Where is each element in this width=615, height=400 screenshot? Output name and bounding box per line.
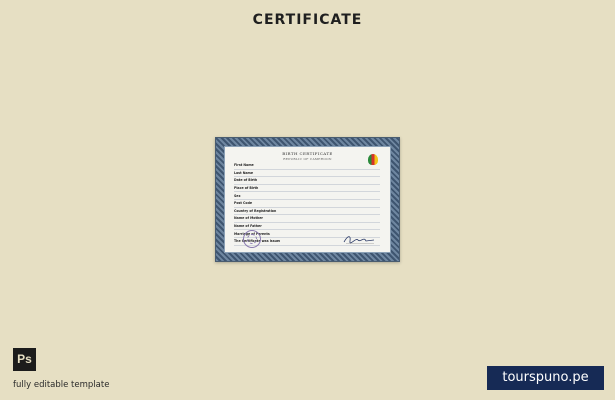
brand-badge: tourspuno.pe	[487, 366, 604, 390]
field-label: Sex	[234, 193, 241, 198]
field-label: Last Name	[234, 170, 254, 175]
field-label: Date of Birth	[234, 178, 258, 183]
field-label: Place of Birth	[234, 186, 259, 191]
field-row: Post Code	[234, 200, 380, 208]
certificate-preview: BIRTH CERTIFICATE REPUBLIC OF CAMEROON F…	[215, 137, 400, 262]
field-row: Country of Registration	[234, 208, 380, 216]
signature-icon	[343, 236, 375, 244]
field-row: Last Name	[234, 170, 380, 178]
field-row: Sex	[234, 192, 380, 200]
photoshop-icon: Ps	[13, 348, 36, 371]
field-label: Post Code	[234, 201, 253, 206]
field-label: Name of Mother	[234, 216, 263, 221]
page-title: CERTIFICATE	[252, 12, 363, 28]
certificate-subheading: REPUBLIC OF CAMEROON	[283, 157, 332, 161]
field-row: Date of Birth	[234, 177, 380, 185]
official-seal-icon	[243, 230, 261, 248]
field-label: Name of Father	[234, 224, 262, 229]
field-label: Country of Registration	[234, 208, 277, 213]
template-note: fully editable template	[13, 380, 110, 390]
certificate-body: BIRTH CERTIFICATE REPUBLIC OF CAMEROON F…	[224, 146, 391, 253]
field-row: First Name	[234, 162, 380, 170]
certificate-heading: BIRTH CERTIFICATE	[282, 151, 333, 156]
field-label: First Name	[234, 163, 254, 168]
field-row: Name of Father	[234, 223, 380, 231]
field-row: Name of Mother	[234, 215, 380, 223]
field-row: Place of Birth	[234, 185, 380, 193]
